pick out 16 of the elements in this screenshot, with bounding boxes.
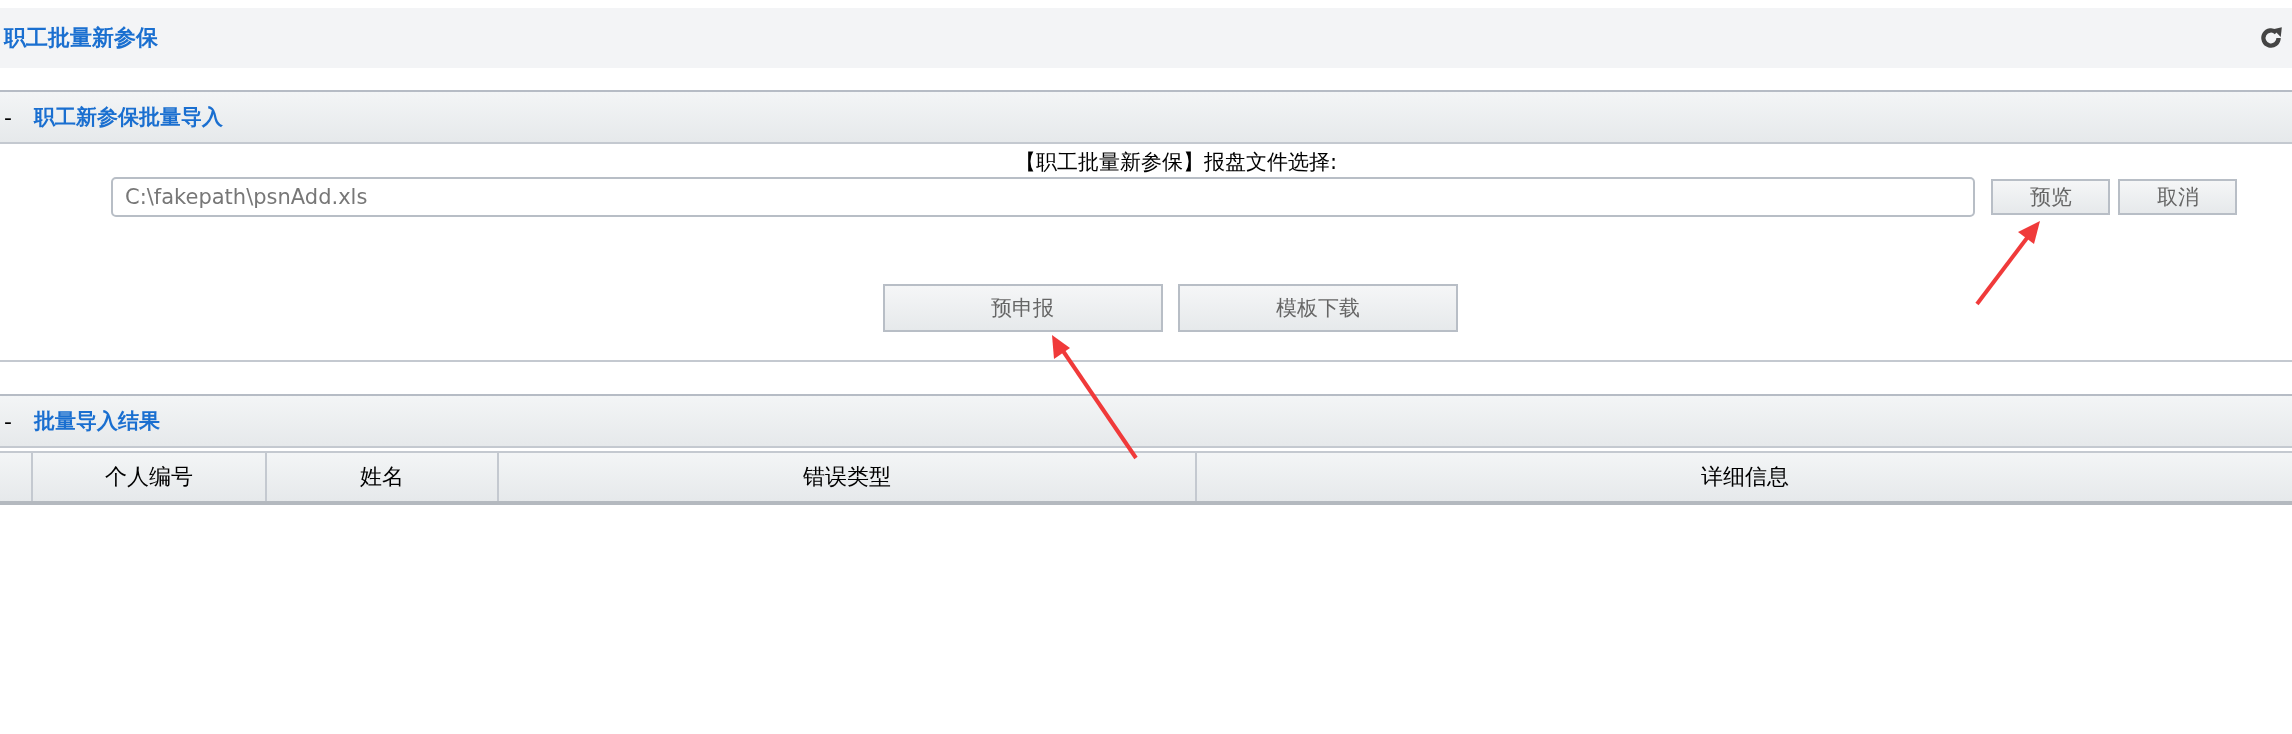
section-title: 职工新参保批量导入	[34, 104, 223, 131]
section-title: 批量导入结果	[34, 408, 160, 435]
page-title: 职工批量新参保	[4, 24, 158, 52]
column-header: 个人编号	[31, 453, 265, 501]
refresh-icon[interactable]	[2258, 25, 2284, 51]
collapse-toggle[interactable]: -	[0, 104, 34, 130]
file-select-label: 【职工批量新参保】报盘文件选择:	[1013, 149, 1339, 174]
action-button[interactable]: 模板下载	[1177, 284, 1458, 332]
collapse-toggle[interactable]: -	[0, 408, 34, 434]
file-path-field[interactable]: C:\fakepath\psnAdd.xls	[111, 177, 1975, 217]
column-header: 详细信息	[1195, 453, 2292, 501]
column-header: 姓名	[265, 453, 497, 501]
side-button[interactable]: 取消	[2118, 179, 2237, 215]
column-header: 错误类型	[497, 453, 1195, 501]
side-button[interactable]: 预览	[1991, 179, 2110, 215]
action-button[interactable]: 预申报	[882, 284, 1163, 332]
